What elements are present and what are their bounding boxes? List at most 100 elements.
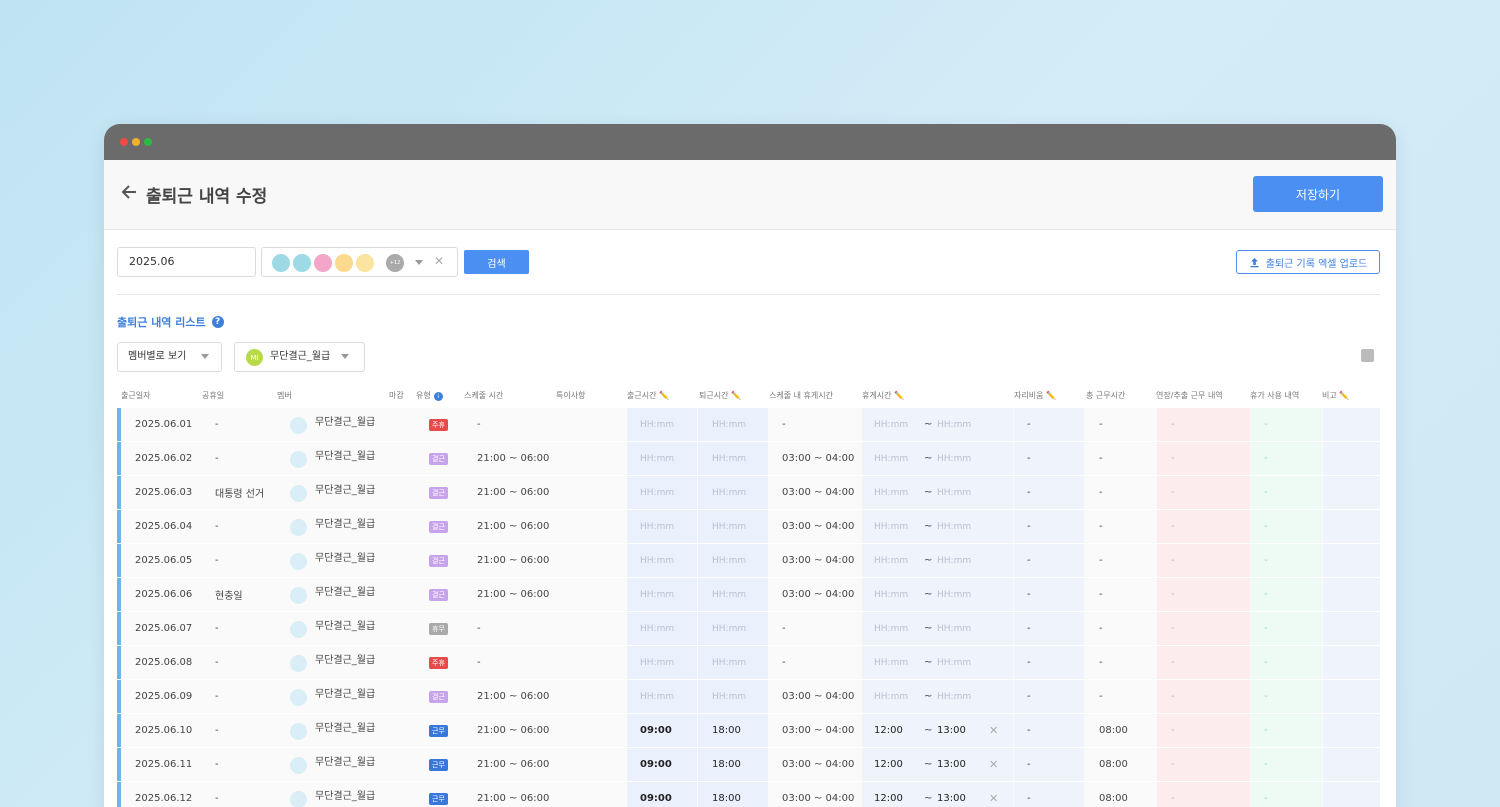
clock-out-input[interactable]: HH:mm: [712, 578, 746, 611]
member-name: 무단결근_월급: [315, 485, 376, 496]
clock-in-input[interactable]: 09:00: [640, 782, 672, 807]
minimize-window-button[interactable]: [132, 138, 140, 146]
column-header: 마감: [389, 391, 404, 400]
clear-break-icon[interactable]: ✕: [989, 724, 998, 737]
away-cell[interactable]: -: [1027, 578, 1031, 611]
break-start-input[interactable]: 12:00: [874, 782, 903, 807]
overtime-cell[interactable]: -: [1171, 680, 1175, 713]
overtime-cell[interactable]: -: [1171, 544, 1175, 577]
break-start-input[interactable]: HH:mm: [874, 612, 908, 645]
break-start-input[interactable]: HH:mm: [874, 442, 908, 475]
clear-break-icon[interactable]: ✕: [989, 792, 998, 805]
away-cell[interactable]: -: [1027, 714, 1031, 747]
break-start-input[interactable]: HH:mm: [874, 578, 908, 611]
clock-in-input[interactable]: HH:mm: [640, 476, 674, 509]
break-end-input[interactable]: HH:mm: [937, 476, 971, 509]
close-window-button[interactable]: [120, 138, 128, 146]
maximize-window-button[interactable]: [144, 138, 152, 146]
break-end-input[interactable]: HH:mm: [937, 680, 971, 713]
break-start-input[interactable]: 12:00: [874, 714, 903, 747]
back-arrow-icon[interactable]: [120, 182, 140, 202]
table-row: 2025.06.09 - 무단결근_월급 결근 21:00 ~ 06:00 HH:mm HH…: [117, 680, 1380, 714]
excel-upload-button[interactable]: 출퇴근 기록 엑셀 업로드: [1236, 250, 1380, 274]
away-cell[interactable]: -: [1027, 646, 1031, 679]
overtime-cell[interactable]: -: [1171, 714, 1175, 747]
search-button[interactable]: 검색: [464, 250, 529, 274]
overtime-cell[interactable]: -: [1171, 782, 1175, 807]
overtime-cell[interactable]: -: [1171, 646, 1175, 679]
away-cell[interactable]: -: [1027, 612, 1031, 645]
clock-in-input[interactable]: HH:mm: [640, 408, 674, 441]
clock-out-input[interactable]: HH:mm: [712, 408, 746, 441]
archive-icon[interactable]: [1361, 349, 1374, 362]
clock-in-input[interactable]: HH:mm: [640, 646, 674, 679]
chevron-down-icon[interactable]: [415, 260, 423, 265]
overtime-cell[interactable]: -: [1171, 578, 1175, 611]
overtime-cell[interactable]: -: [1171, 612, 1175, 645]
away-cell[interactable]: -: [1027, 408, 1031, 441]
divider: [117, 294, 1380, 295]
clock-in-input[interactable]: HH:mm: [640, 612, 674, 645]
clock-in-input[interactable]: 09:00: [640, 748, 672, 781]
help-icon[interactable]: ?: [211, 316, 224, 328]
break-end-input[interactable]: 13:00: [937, 748, 966, 781]
break-start-input[interactable]: HH:mm: [874, 646, 908, 679]
away-cell[interactable]: -: [1027, 510, 1031, 543]
clock-out-input[interactable]: HH:mm: [712, 544, 746, 577]
away-cell[interactable]: -: [1027, 544, 1031, 577]
break-end-input[interactable]: HH:mm: [937, 578, 971, 611]
member-avatar: [290, 757, 307, 774]
clock-out-input[interactable]: 18:00: [712, 782, 741, 807]
break-end-input[interactable]: HH:mm: [937, 612, 971, 645]
cell-background: [1251, 612, 1322, 645]
overtime-cell[interactable]: -: [1171, 408, 1175, 441]
overtime-cell[interactable]: -: [1171, 748, 1175, 781]
break-end-input[interactable]: HH:mm: [937, 646, 971, 679]
clock-out-input[interactable]: 18:00: [712, 748, 741, 781]
clock-in-input[interactable]: HH:mm: [640, 442, 674, 475]
view-mode-select[interactable]: 멤버별로 보기: [117, 342, 222, 372]
break-start-input[interactable]: HH:mm: [874, 680, 908, 713]
away-cell[interactable]: -: [1027, 476, 1031, 509]
break-start-input[interactable]: HH:mm: [874, 476, 908, 509]
clock-out-input[interactable]: 18:00: [712, 714, 741, 747]
break-start-input[interactable]: HH:mm: [874, 408, 908, 441]
break-start-input[interactable]: HH:mm: [874, 544, 908, 577]
away-cell[interactable]: -: [1027, 680, 1031, 713]
clock-out-input[interactable]: HH:mm: [712, 646, 746, 679]
info-icon[interactable]: i: [433, 392, 443, 401]
clock-in-input[interactable]: HH:mm: [640, 510, 674, 543]
clock-out-input[interactable]: HH:mm: [712, 612, 746, 645]
clock-out-input[interactable]: HH:mm: [712, 476, 746, 509]
clear-icon[interactable]: ✕: [434, 254, 444, 268]
away-cell[interactable]: -: [1027, 442, 1031, 475]
clear-break-icon[interactable]: ✕: [989, 758, 998, 771]
date-input[interactable]: 2025.06: [117, 247, 256, 277]
clock-in-input[interactable]: 09:00: [640, 714, 672, 747]
break-end-input[interactable]: HH:mm: [937, 544, 971, 577]
clock-in-input[interactable]: HH:mm: [640, 578, 674, 611]
save-button[interactable]: 저장하기: [1253, 176, 1383, 212]
break-end-input[interactable]: HH:mm: [937, 442, 971, 475]
break-end-input[interactable]: 13:00: [937, 714, 966, 747]
break-end-input[interactable]: 13:00: [937, 782, 966, 807]
member-select[interactable]: MI 무단결근_월급: [234, 342, 365, 372]
break-start-input[interactable]: 12:00: [874, 748, 903, 781]
leave-cell: -: [1264, 725, 1268, 736]
overtime-cell[interactable]: -: [1171, 510, 1175, 543]
break-end-input[interactable]: HH:mm: [937, 510, 971, 543]
away-cell[interactable]: -: [1027, 748, 1031, 781]
schedule-cell: 21:00 ~ 06:00: [477, 555, 550, 566]
clock-in-input[interactable]: HH:mm: [640, 544, 674, 577]
overtime-cell[interactable]: -: [1171, 442, 1175, 475]
clock-out-input[interactable]: HH:mm: [712, 680, 746, 713]
away-cell[interactable]: -: [1027, 782, 1031, 807]
clock-in-input[interactable]: HH:mm: [640, 680, 674, 713]
break-start-input[interactable]: HH:mm: [874, 510, 908, 543]
clock-out-input[interactable]: HH:mm: [712, 442, 746, 475]
overtime-cell[interactable]: -: [1171, 476, 1175, 509]
break-end-input[interactable]: HH:mm: [937, 408, 971, 441]
member-avatar: [290, 485, 307, 502]
clock-out-input[interactable]: HH:mm: [712, 510, 746, 543]
member-multiselect[interactable]: +12 ✕: [261, 247, 458, 277]
